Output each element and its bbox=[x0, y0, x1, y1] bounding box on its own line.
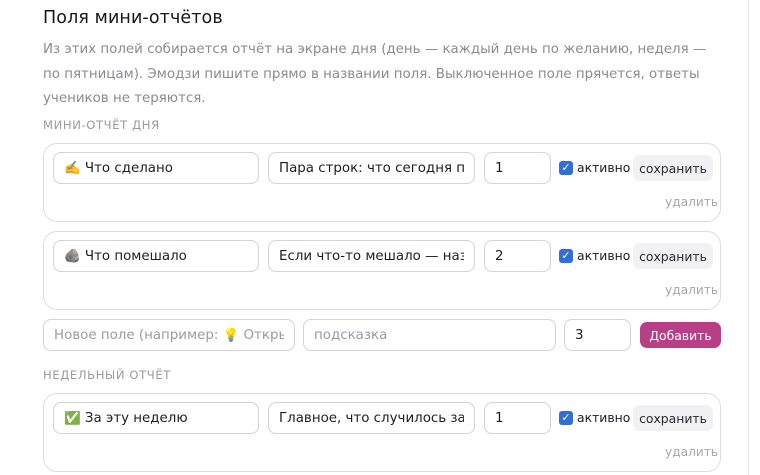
section-description: Из этих полей собирается отчёт на экране… bbox=[43, 42, 707, 106]
field-order-input[interactable] bbox=[484, 402, 551, 434]
field-name-input[interactable] bbox=[53, 152, 259, 184]
checkbox-checked-icon[interactable]: ✓ bbox=[559, 160, 573, 175]
new-field-name-input[interactable] bbox=[43, 319, 295, 351]
daily-field-card: ✓ активно сохранить удалить bbox=[43, 231, 721, 310]
checkbox-checked-icon[interactable]: ✓ bbox=[559, 410, 573, 425]
field-active-label: активно bbox=[577, 410, 631, 425]
add-field-button[interactable]: Добавить bbox=[640, 322, 721, 348]
delete-link[interactable]: удалить bbox=[665, 445, 718, 459]
save-button[interactable]: сохранить bbox=[633, 243, 713, 269]
checkbox-checked-icon[interactable]: ✓ bbox=[559, 248, 573, 263]
field-active-toggle[interactable]: ✓ активно bbox=[559, 410, 630, 425]
new-field-order-input[interactable] bbox=[564, 319, 631, 351]
weekly-field-card: ✓ активно сохранить удалить bbox=[43, 393, 721, 472]
delete-link[interactable]: удалить bbox=[665, 195, 718, 209]
field-order-input[interactable] bbox=[484, 152, 551, 184]
field-active-label: активно bbox=[577, 160, 631, 175]
field-active-toggle[interactable]: ✓ активно bbox=[559, 248, 630, 263]
section-title: Поля мини-отчётов bbox=[43, 8, 223, 28]
page-edge-divider bbox=[748, 0, 749, 475]
field-active-toggle[interactable]: ✓ активно bbox=[559, 160, 630, 175]
field-active-label: активно bbox=[577, 248, 631, 263]
field-hint-input[interactable] bbox=[268, 240, 475, 272]
field-name-input[interactable] bbox=[53, 402, 259, 434]
delete-link[interactable]: удалить bbox=[665, 283, 718, 297]
field-name-input[interactable] bbox=[53, 240, 259, 272]
new-field-hint-input[interactable] bbox=[303, 319, 556, 351]
daily-field-card: ✓ активно сохранить удалить bbox=[43, 143, 721, 222]
save-button[interactable]: сохранить bbox=[633, 155, 713, 181]
weekly-section-label: НЕДЕЛЬНЫЙ ОТЧЁТ bbox=[43, 368, 171, 382]
field-order-input[interactable] bbox=[484, 240, 551, 272]
daily-section-label: МИНИ-ОТЧЁТ ДНЯ bbox=[43, 118, 160, 132]
field-hint-input[interactable] bbox=[268, 402, 475, 434]
save-button[interactable]: сохранить bbox=[633, 405, 713, 431]
field-hint-input[interactable] bbox=[268, 152, 475, 184]
